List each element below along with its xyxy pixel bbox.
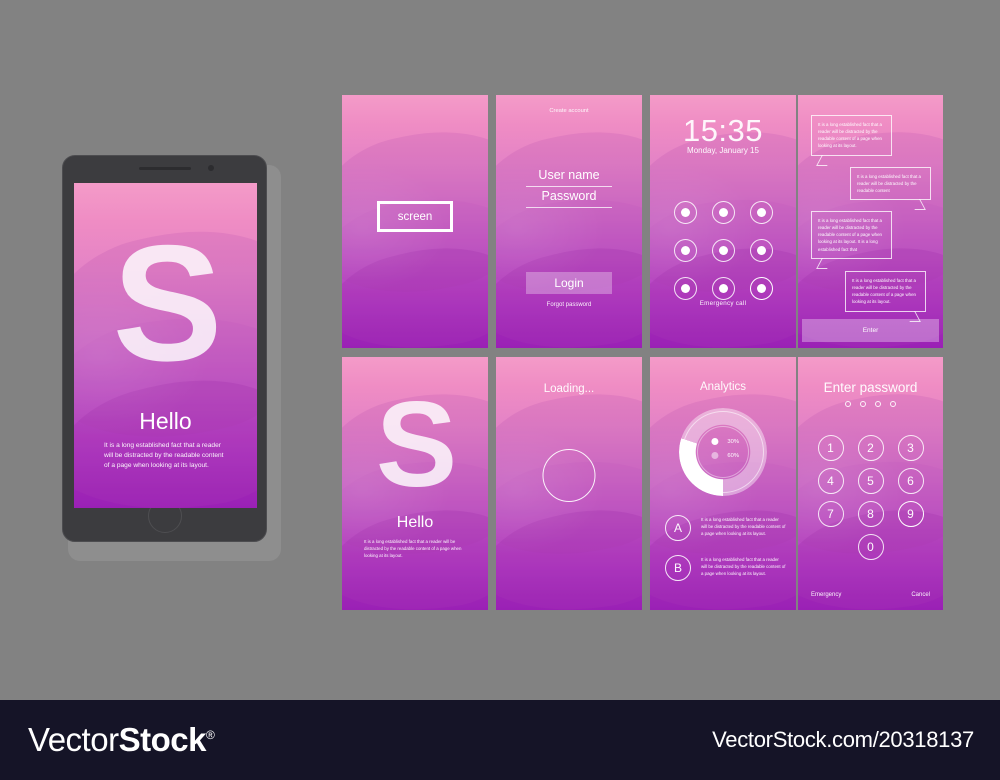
phone-mockup: S Hello It is a long established fact th… — [62, 155, 267, 542]
splash-body-text: It is a long established fact that a rea… — [364, 539, 462, 559]
screen-button[interactable]: screen — [377, 201, 453, 232]
splash-title: Hello — [396, 514, 434, 531]
chat-bubble-text: It is a long established fact that a rea… — [857, 174, 921, 194]
chat-bubble-tail — [909, 199, 926, 211]
phone-title: Hello — [139, 408, 192, 434]
numeric-keypad[interactable]: 1 2 3 4 5 6 7 8 9 0 — [811, 435, 931, 567]
keypad-key-8[interactable]: 8 — [857, 501, 884, 527]
pattern-node[interactable] — [705, 194, 741, 230]
logo-bold-part: Stock — [118, 721, 207, 758]
legend-item: 60% — [711, 452, 739, 459]
screen-placeholder[interactable]: screen — [342, 95, 488, 348]
loading-title: Loading... — [543, 383, 595, 395]
keypad-key-7[interactable]: 7 — [817, 501, 844, 527]
create-account-link[interactable]: Create account — [496, 108, 642, 114]
screen-analytics[interactable]: Analytics 30% 60% A It is a long establi… — [650, 357, 796, 610]
phone-wallpaper: S Hello It is a long established fact th… — [74, 183, 257, 508]
legend-item: 30% — [711, 438, 739, 445]
password-dots — [798, 401, 943, 407]
chat-bubble-tail — [816, 257, 833, 269]
keypad-key-0-wrapper: 0 — [857, 534, 884, 567]
watermark-footer: VectorStock® VectorStock.com/20318137 — [0, 700, 1000, 780]
legend-label: 30% — [727, 438, 740, 445]
keypad-key-6[interactable]: 6 — [897, 468, 924, 494]
phone-speaker-icon — [138, 167, 191, 170]
chat-bubble-text: It is a long established fact that a rea… — [818, 218, 882, 252]
pattern-node[interactable] — [743, 232, 779, 268]
chat-bubble-text: It is a long established fact that a rea… — [852, 278, 916, 305]
chat-bubble: It is a long established fact that a rea… — [850, 167, 931, 211]
canvas: S Hello It is a long established fact th… — [0, 0, 1000, 700]
screen-lock-pattern[interactable]: 15:35 Monday, January 15 Emergency call — [650, 95, 796, 348]
analytics-title: Analytics — [699, 381, 747, 393]
phone-body-text: It is a long established fact that a rea… — [104, 442, 224, 470]
chat-bubble-tail — [816, 154, 833, 166]
cancel-link[interactable]: Cancel — [911, 592, 930, 598]
lock-date: Monday, January 15 — [687, 146, 759, 155]
phone-camera-icon — [207, 165, 214, 171]
pattern-grid[interactable] — [667, 194, 779, 306]
donut-legend: 30% 60% — [711, 438, 739, 466]
phone-screen: S Hello It is a long established fact th… — [74, 183, 257, 508]
emergency-call-link[interactable]: Emergency call — [650, 300, 796, 307]
enter-button[interactable]: Enter — [802, 319, 939, 342]
lock-clock: 15:35 — [682, 113, 764, 148]
analytics-list-item: B It is a long established fact that a r… — [665, 555, 786, 581]
password-dot-icon — [860, 401, 866, 407]
keypad-key-9[interactable]: 9 — [897, 501, 924, 527]
screen-chat[interactable]: It is a long established fact that a rea… — [798, 95, 943, 348]
password-title: Enter password — [823, 380, 918, 395]
password-dot-icon — [845, 401, 851, 407]
pattern-node[interactable] — [667, 194, 703, 230]
splash-logo-letter: S — [375, 376, 457, 512]
keypad-key-2[interactable]: 2 — [857, 435, 884, 461]
watermark-url: VectorStock.com/20318137 — [712, 727, 974, 752]
donut-chart: 30% 60% — [679, 408, 767, 496]
keypad-key-1[interactable]: 1 — [817, 435, 844, 461]
forgot-password-link[interactable]: Forgot password — [496, 302, 642, 308]
chat-bubble: It is a long established fact that a rea… — [811, 211, 892, 269]
screen-loading[interactable]: Loading... — [496, 357, 642, 610]
emergency-link[interactable]: Emergency — [811, 592, 841, 598]
keypad-key-4[interactable]: 4 — [817, 468, 844, 494]
keypad-key-3[interactable]: 3 — [897, 435, 924, 461]
analytics-list-item: A It is a long established fact that a r… — [665, 515, 786, 541]
chat-bubble: It is a long established fact that a rea… — [811, 115, 892, 166]
screen-password[interactable]: Enter password 1 2 3 4 5 6 7 8 9 0 Emerg… — [798, 357, 943, 610]
logo-light-part: Vector — [28, 721, 119, 758]
analytics-item-text: It is a long established fact that a rea… — [701, 557, 786, 577]
analytics-item-badge: A — [665, 515, 691, 541]
password-input[interactable]: Password — [526, 188, 612, 208]
legend-swatch-icon — [711, 438, 719, 445]
pattern-node[interactable] — [743, 194, 779, 230]
vectorstock-logo: VectorStock® — [28, 721, 215, 759]
screen-login[interactable]: Create account User name Password Login … — [496, 95, 642, 348]
username-input[interactable]: User name — [526, 167, 612, 187]
pattern-node[interactable] — [705, 232, 741, 268]
analytics-item-badge: B — [665, 555, 691, 581]
keypad-key-5[interactable]: 5 — [857, 468, 884, 494]
keypad-key-0[interactable]: 0 — [857, 534, 884, 560]
loading-spinner-icon — [542, 449, 596, 502]
phone-logo-letter: S — [112, 211, 222, 395]
chat-bubble-text: It is a long established fact that a rea… — [818, 122, 882, 149]
password-dot-icon — [890, 401, 896, 407]
login-button[interactable]: Login — [526, 272, 612, 294]
password-footer: Emergency Cancel — [811, 592, 930, 598]
legend-swatch-icon — [711, 452, 719, 459]
pattern-node[interactable] — [667, 232, 703, 268]
analytics-item-text: It is a long established fact that a rea… — [701, 517, 786, 537]
screen-splash[interactable]: S Hello It is a long established fact th… — [342, 357, 488, 610]
chat-bubble: It is a long established fact that a rea… — [845, 271, 926, 322]
legend-label: 60% — [727, 452, 740, 459]
registered-mark-icon: ® — [205, 728, 215, 742]
password-dot-icon — [875, 401, 881, 407]
